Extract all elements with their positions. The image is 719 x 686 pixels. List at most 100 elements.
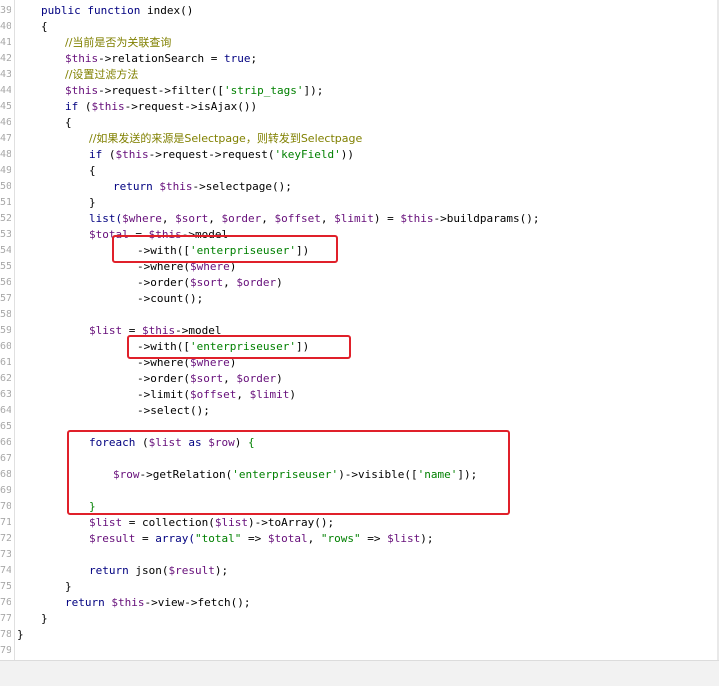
line-number: 50 [0,181,11,192]
code-token: $list [214,516,248,529]
code-token: = [122,324,142,337]
code-text: $row->getRelation('enterpriseuser')->vis… [113,467,477,483]
code-line[interactable]: 63 ->limit($offset, $limit) [0,387,719,403]
code-line[interactable]: 48 if ($this->request->request('keyField'… [0,147,719,163]
code-text: } [89,499,96,515]
code-token: , [236,388,250,401]
code-text: } [65,579,72,595]
code-line[interactable]: 79 [0,643,719,659]
code-token: as [181,436,209,449]
code-token: ]) [295,340,310,353]
code-token: json( [135,564,169,577]
code-text: $result = array("total" => $total, "rows… [89,531,433,547]
code-line[interactable]: 39 public function index() [0,3,719,19]
code-token: $order [221,212,262,225]
code-line[interactable]: 55 ->where($where) [0,259,719,275]
line-number: 75 [0,581,11,592]
line-number: 40 [0,21,11,32]
line-number: 46 [0,117,11,128]
code-token: $row [208,436,235,449]
line-number: 73 [0,549,11,560]
code-token: $total [89,228,129,241]
code-line[interactable]: 51} [0,195,719,211]
code-token: ) [276,276,283,289]
code-text: $this->relationSearch = true; [65,51,257,67]
code-token: ->request->filter([ [98,84,224,97]
code-token: { [41,20,48,33]
code-line[interactable]: 76 return $this->view->fetch(); [0,595,719,611]
code-token: 'enterpriseuser' [232,468,339,481]
code-line[interactable]: 41 //当前是否为关联查询 [0,35,719,51]
code-line[interactable]: 60 ->with(['enterpriseuser']) [0,339,719,355]
code-line[interactable]: 47 //如果发送的来源是Selectpage，则转发到Selectpage [0,131,719,147]
line-number: 49 [0,165,11,176]
code-token: $limit [249,388,290,401]
code-token: ->with([ [137,340,190,353]
code-token: return [89,564,136,577]
code-line[interactable]: 78} [0,627,719,643]
code-token: ->limit( [137,388,190,401]
code-line[interactable]: 68 $row->getRelation('enterpriseuser')->v… [0,467,719,483]
code-token: list( [89,212,123,225]
code-line[interactable]: 61 ->where($where) [0,355,719,371]
code-line[interactable]: 42 $this->relationSearch = true; [0,51,719,67]
code-token: ->order( [137,372,190,385]
line-number: 60 [0,341,11,352]
code-line[interactable]: 49 { [0,163,719,179]
code-token: ) [229,356,237,369]
code-line[interactable]: 62 ->order($sort, $order) [0,371,719,387]
code-line[interactable]: 66 foreach ($list as $row) { [0,435,719,451]
code-token: ); [420,532,434,545]
line-number: 47 [0,133,11,144]
code-token: , [208,212,222,225]
code-line[interactable]: 50 return $this->selectpage(); [0,179,719,195]
code-line[interactable]: 73 [0,547,719,563]
code-line[interactable]: 56 ->order($sort, $order) [0,275,719,291]
line-number: 66 [0,437,11,448]
code-line[interactable]: 74 return json($result); [0,563,719,579]
code-token: if [89,148,109,161]
code-line[interactable]: 43 //设置过滤方法 [0,67,719,83]
code-line[interactable]: 54 ->with(['enterpriseuser']) [0,243,719,259]
code-line[interactable]: 40 { [0,19,719,35]
code-line[interactable]: 69 [0,483,719,499]
code-line[interactable]: 77} [0,611,719,627]
line-number: 68 [0,469,11,480]
line-number: 61 [0,357,11,368]
code-editor[interactable]: 39 public function index() 40 {41 //当前是否为关联查… [0,0,719,660]
code-token: 'enterpriseuser' [189,340,296,353]
code-token: $this [400,212,434,225]
code-text: //当前是否为关联查询 [65,35,171,51]
code-token: 'strip_tags' [223,84,304,97]
line-number: 56 [0,277,11,288]
code-token: ->relationSearch = [98,52,224,65]
code-line[interactable]: 67 [0,451,719,467]
code-text: return $this->selectpage(); [113,179,292,195]
code-line[interactable]: 52 list($where, $sort, $order, $offset, $… [0,211,719,227]
code-line[interactable]: 59 $list = $this->model [0,323,719,339]
code-line[interactable]: 53 $total = $this->model [0,227,719,243]
code-line[interactable]: 72 $result = array("total" => $total, "ro… [0,531,719,547]
code-line[interactable]: 46 { [0,115,719,131]
code-token: $order [236,372,277,385]
code-token: $list [89,516,123,529]
code-line[interactable]: 75} [0,579,719,595]
code-line[interactable]: 58 [0,307,719,323]
code-text: $total = $this->model [89,227,228,243]
code-token: ->selectpage(); [192,180,292,193]
code-line[interactable]: 70} [0,499,719,515]
code-token: $sort [189,276,224,289]
code-line[interactable]: 45 if ($this->request->isAjax()) [0,99,719,115]
code-line[interactable]: 65 [0,419,719,435]
code-token: $limit [334,212,374,225]
code-line[interactable]: 44 $this->request->filter(['strip_tags'])… [0,83,719,99]
code-token: $list [89,324,123,337]
code-text: ->where($where) [137,355,236,371]
code-line[interactable]: 57 ->count(); [0,291,719,307]
code-token: ->with([ [137,244,190,257]
line-number: 59 [0,325,11,336]
code-line[interactable]: 71 $list = collection($list)->toArray(); [0,515,719,531]
code-line[interactable]: 64 ->select(); [0,403,719,419]
code-token: ->where( [137,356,190,369]
code-token: , [307,532,321,545]
